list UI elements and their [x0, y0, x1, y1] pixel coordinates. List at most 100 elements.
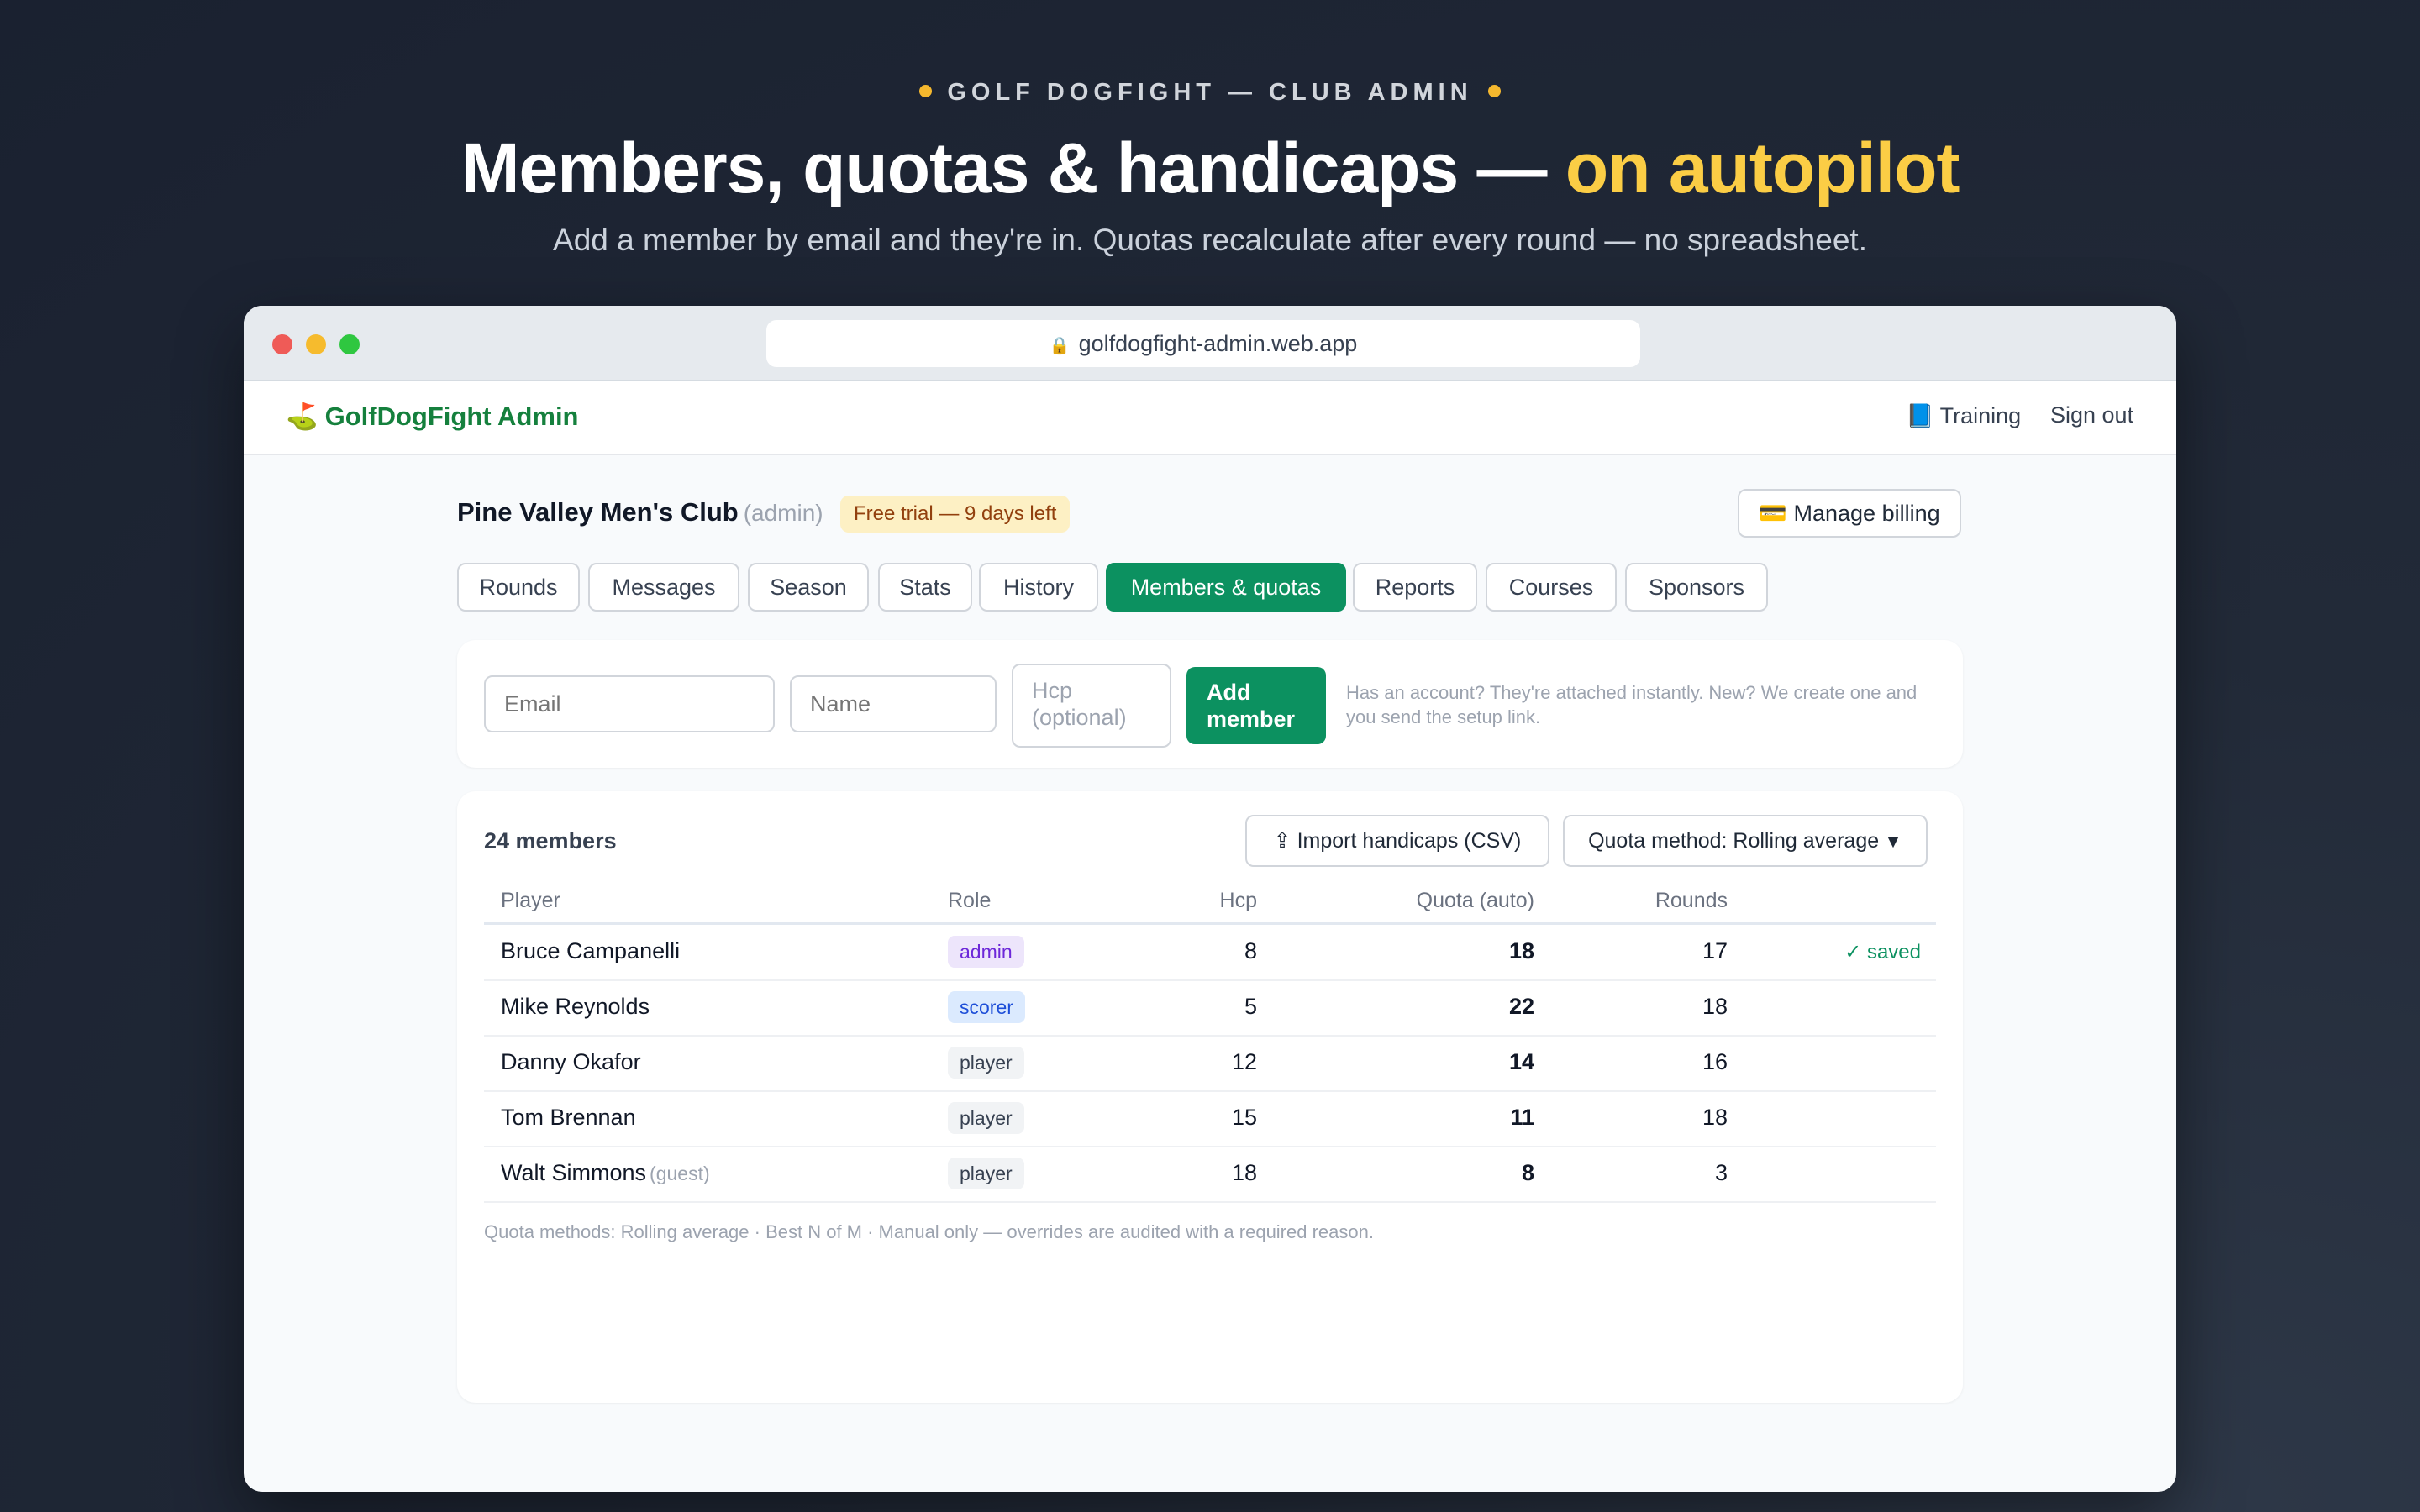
- quota-methods-footnote: Quota methods: Rolling average · Best N …: [484, 1221, 1374, 1242]
- quota-cell[interactable]: 8: [1366, 1160, 1534, 1186]
- table-header: Player Role Hcp Quota (auto) Rounds: [484, 874, 1936, 925]
- player-name: Tom Brennan: [501, 1105, 636, 1131]
- headline-main: Members, quotas & handicaps —: [460, 129, 1565, 207]
- player-name: Danny Okafor: [501, 1049, 641, 1075]
- tab-sponsors[interactable]: Sponsors: [1625, 563, 1768, 612]
- hcp-cell[interactable]: 8: [1173, 938, 1257, 964]
- role-badge: player: [948, 1102, 1024, 1134]
- quota-cell[interactable]: 14: [1366, 1049, 1534, 1075]
- table-row[interactable]: Mike Reynolds scorer 5 22 18: [484, 979, 1936, 1037]
- trial-badge: Free trial — 9 days left: [840, 496, 1071, 533]
- hcp-cell[interactable]: 12: [1173, 1049, 1257, 1075]
- hcp-cell[interactable]: 15: [1173, 1105, 1257, 1131]
- add-member-button[interactable]: Add member: [1186, 667, 1326, 744]
- tab-reports[interactable]: Reports: [1353, 563, 1477, 612]
- add-member-label-1: Add: [1207, 680, 1251, 705]
- role-cell: scorer: [948, 991, 1025, 1023]
- rounds-cell: 17: [1702, 938, 1728, 963]
- maximize-window-button[interactable]: [339, 334, 360, 354]
- tab-season[interactable]: Season: [748, 563, 869, 612]
- members-card: 24 members ⇪ Import handicaps (CSV) Quot…: [457, 791, 1963, 1403]
- manage-billing-button[interactable]: 💳 Manage billing: [1738, 489, 1961, 538]
- table-row[interactable]: Tom Brennan player 15 11 18: [484, 1090, 1936, 1147]
- role-cell: player: [948, 1158, 1024, 1189]
- billing-label: Manage billing: [1793, 501, 1940, 526]
- role-badge: player: [948, 1047, 1024, 1079]
- sign-out-link[interactable]: Sign out: [2050, 402, 2133, 428]
- tab-courses[interactable]: Courses: [1486, 563, 1617, 612]
- tab-stats[interactable]: Stats: [878, 563, 972, 612]
- role-badge: scorer: [948, 991, 1025, 1023]
- club-role: (admin): [743, 500, 823, 526]
- table-row[interactable]: Walt Simmons (guest) player 18 8 3: [484, 1146, 1936, 1203]
- eyebrow: GOLF DOGFIGHT — CLUB ADMIN: [0, 79, 2420, 107]
- tab-members-quotas[interactable]: Members & quotas: [1106, 563, 1346, 612]
- rounds-cell: 18: [1702, 1105, 1728, 1130]
- player-name: Walt Simmons (guest): [501, 1160, 710, 1186]
- role-cell: player: [948, 1102, 1024, 1134]
- minimize-window-button[interactable]: [306, 334, 326, 354]
- headline: Members, quotas & handicaps — on autopil…: [0, 128, 2420, 209]
- table-row[interactable]: Bruce Campanelli admin 8 18 17 ✓ saved: [484, 924, 1936, 981]
- add-member-label-2: member: [1207, 706, 1296, 732]
- import-handicaps-button[interactable]: ⇪ Import handicaps (CSV): [1245, 815, 1549, 867]
- brand-name: GolfDogFight Admin: [324, 402, 579, 431]
- col-role: Role: [948, 889, 992, 912]
- col-player: Player: [501, 889, 560, 912]
- eyebrow-dot-left: [919, 84, 933, 97]
- tab-rounds[interactable]: Rounds: [457, 563, 580, 612]
- chevron-down-icon: ▼: [1884, 831, 1902, 852]
- name-input[interactable]: [790, 675, 997, 732]
- close-window-button[interactable]: [272, 334, 292, 354]
- guest-tag: (guest): [650, 1163, 710, 1184]
- training-label: Training: [1939, 403, 2022, 428]
- table-row[interactable]: Danny Okafor player 12 14 16: [484, 1035, 1936, 1092]
- quota-method-select[interactable]: Quota method: Rolling average ▼: [1563, 815, 1928, 867]
- credit-card-icon: 💳: [1759, 501, 1787, 526]
- book-icon: 📘: [1906, 403, 1934, 428]
- hcp-cell[interactable]: 5: [1173, 994, 1257, 1020]
- lock-icon: 🔒: [1049, 337, 1071, 355]
- rounds-cell: 3: [1714, 1160, 1728, 1185]
- player-name-text: Walt Simmons: [501, 1160, 647, 1185]
- player-name: Bruce Campanelli: [501, 938, 680, 964]
- email-input[interactable]: [484, 675, 775, 732]
- add-member-card: Hcp (optional) Add member Has an account…: [457, 640, 1963, 768]
- browser-window: 🔒 golfdogfight-admin.web.app ⛳ GolfDogFigh…: [244, 306, 2176, 1492]
- player-name: Mike Reynolds: [501, 994, 650, 1020]
- tab-messages[interactable]: Messages: [588, 563, 739, 612]
- quota-cell[interactable]: 22: [1366, 994, 1534, 1020]
- member-count: 24 members: [484, 828, 617, 853]
- quota-cell[interactable]: 11: [1366, 1105, 1534, 1131]
- address-bar[interactable]: 🔒 golfdogfight-admin.web.app: [766, 320, 1640, 367]
- rounds-cell: 16: [1702, 1049, 1728, 1074]
- club-name: Pine Valley Men's Club: [457, 497, 739, 527]
- role-cell: admin: [948, 936, 1024, 968]
- eyebrow-dot-right: [1487, 84, 1501, 97]
- upload-icon: ⇪: [1273, 829, 1292, 853]
- browser-chrome: 🔒 golfdogfight-admin.web.app: [244, 306, 2176, 381]
- brand-logo[interactable]: ⛳ GolfDogFight Admin: [286, 401, 579, 432]
- app-navbar: ⛳ GolfDogFight Admin 📘 Training Sign out: [244, 381, 2176, 455]
- col-hcp: Hcp: [1219, 889, 1257, 912]
- eyebrow-text: GOLF DOGFIGHT — CLUB ADMIN: [947, 79, 1473, 106]
- training-link[interactable]: 📘 Training: [1906, 402, 2021, 429]
- col-rounds: Rounds: [1655, 889, 1728, 912]
- hcp-input[interactable]: Hcp (optional): [1012, 664, 1171, 748]
- role-badge: admin: [948, 936, 1024, 968]
- col-quota: Quota (auto): [1416, 889, 1534, 912]
- role-cell: player: [948, 1047, 1024, 1079]
- rounds-cell: 18: [1702, 994, 1728, 1019]
- player-name-text: Mike Reynolds: [501, 994, 650, 1019]
- player-name-text: Bruce Campanelli: [501, 938, 681, 963]
- import-label: Import handicaps (CSV): [1297, 829, 1522, 853]
- hcp-placeholder: Hcp (optional): [1032, 678, 1127, 730]
- hcp-cell[interactable]: 18: [1173, 1160, 1257, 1186]
- add-member-hint: Has an account? They're attached instant…: [1346, 682, 1918, 727]
- quota-method-value: Quota method: Rolling average: [1588, 829, 1880, 853]
- saved-status: ✓ saved: [1844, 941, 1921, 963]
- tab-history[interactable]: History: [979, 563, 1098, 612]
- quota-cell[interactable]: 18: [1366, 938, 1534, 964]
- player-name-text: Danny Okafor: [501, 1049, 641, 1074]
- club-title: Pine Valley Men's Club (admin): [457, 497, 823, 528]
